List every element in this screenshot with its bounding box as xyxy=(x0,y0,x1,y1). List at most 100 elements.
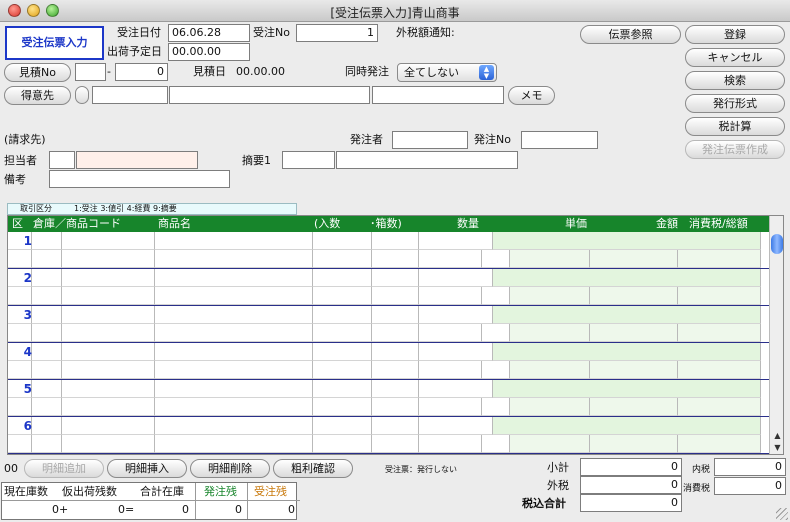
grid-cell[interactable] xyxy=(510,398,590,416)
grid-cell[interactable] xyxy=(155,361,313,379)
ship-date-field[interactable]: 00.00.00 xyxy=(168,43,250,61)
grid-cell[interactable] xyxy=(493,380,761,398)
grid-cell[interactable] xyxy=(678,361,761,379)
grid-cell[interactable] xyxy=(155,287,313,305)
person-name-field[interactable] xyxy=(76,151,198,169)
register-button[interactable]: 登録 xyxy=(685,25,785,44)
grid-cell[interactable] xyxy=(590,361,678,379)
grid-cell[interactable] xyxy=(510,324,590,342)
profit-check-button[interactable]: 粗利確認 xyxy=(273,459,353,478)
grid-cell[interactable] xyxy=(482,361,510,379)
table-row[interactable]: 6 xyxy=(8,417,769,454)
grid-cell[interactable] xyxy=(372,324,419,342)
table-row[interactable]: 1 xyxy=(8,232,769,269)
search-button[interactable]: 検索 xyxy=(685,71,785,90)
grid-cell[interactable] xyxy=(372,287,419,305)
grid-cell[interactable] xyxy=(493,417,761,435)
issue-format-button[interactable]: 発行形式 xyxy=(685,94,785,113)
grid-cell[interactable] xyxy=(482,324,510,342)
grid-cell[interactable] xyxy=(32,398,62,416)
grid-cell[interactable] xyxy=(372,269,419,287)
grid-cell[interactable] xyxy=(8,324,32,342)
grid-cell[interactable] xyxy=(32,250,62,268)
grid-cell[interactable] xyxy=(482,398,510,416)
grid-cell[interactable] xyxy=(482,435,510,453)
grid-cell[interactable] xyxy=(313,232,372,250)
grid-cell[interactable] xyxy=(155,306,313,324)
cancel-button[interactable]: キャンセル xyxy=(685,48,785,67)
grid-cell[interactable] xyxy=(32,306,62,324)
grid-cell[interactable] xyxy=(493,343,761,361)
grid-cell[interactable] xyxy=(8,435,32,453)
grid-cell[interactable] xyxy=(372,435,419,453)
grid-cell[interactable] xyxy=(62,435,155,453)
grid-cell[interactable] xyxy=(32,361,62,379)
grid-cell[interactable] xyxy=(155,435,313,453)
grid-cell[interactable] xyxy=(313,324,372,342)
delete-detail-button[interactable]: 明細削除 xyxy=(190,459,270,478)
grid-cell[interactable] xyxy=(510,435,590,453)
grid-scrollbar[interactable]: ▲ ▼ xyxy=(769,216,783,454)
tax-calc-button[interactable]: 税計算 xyxy=(685,117,785,136)
grid-cell[interactable] xyxy=(678,250,761,268)
grid-cell[interactable] xyxy=(313,398,372,416)
customer-code-field[interactable] xyxy=(92,86,168,104)
customer-button[interactable]: 得意先 xyxy=(4,86,71,105)
order-no-field[interactable]: 1 xyxy=(296,24,378,42)
grid-cell[interactable] xyxy=(493,232,761,250)
po-no-field[interactable] xyxy=(521,131,598,149)
grid-cell[interactable] xyxy=(419,250,482,268)
grid-cell[interactable] xyxy=(590,435,678,453)
grid-cell[interactable] xyxy=(678,435,761,453)
grid-cell[interactable] xyxy=(419,435,482,453)
grid-cell[interactable] xyxy=(8,250,32,268)
grid-cell[interactable] xyxy=(510,361,590,379)
grid-cell[interactable] xyxy=(419,380,493,398)
table-row[interactable]: 2 xyxy=(8,269,769,306)
slip-reference-button[interactable]: 伝票参照 xyxy=(580,25,681,44)
memo-button[interactable]: メモ xyxy=(508,86,555,105)
customer-name2-field[interactable] xyxy=(372,86,504,104)
grid-cell[interactable] xyxy=(8,361,32,379)
grid-cell[interactable] xyxy=(32,417,62,435)
table-row[interactable]: 4 xyxy=(8,343,769,380)
grid-cell[interactable] xyxy=(510,287,590,305)
orderer-field[interactable] xyxy=(392,131,468,149)
estimate-prefix-field[interactable] xyxy=(75,63,106,81)
grid-cell[interactable] xyxy=(590,324,678,342)
grid-cell[interactable] xyxy=(678,398,761,416)
grid-cell[interactable] xyxy=(155,343,313,361)
grid-cell[interactable] xyxy=(372,250,419,268)
grid-cell[interactable] xyxy=(313,417,372,435)
summary-text-field[interactable] xyxy=(336,151,518,169)
customer-name-field[interactable] xyxy=(169,86,370,104)
grid-cell[interactable] xyxy=(313,250,372,268)
grid-cell[interactable] xyxy=(8,287,32,305)
grid-cell[interactable] xyxy=(62,324,155,342)
grid-cell[interactable] xyxy=(419,287,482,305)
grid-cell[interactable] xyxy=(372,306,419,324)
grid-cell[interactable] xyxy=(313,380,372,398)
grid-cell[interactable] xyxy=(32,435,62,453)
grid-cell[interactable] xyxy=(155,398,313,416)
grid-cell[interactable] xyxy=(155,417,313,435)
grid-cell[interactable] xyxy=(678,324,761,342)
grid-cell[interactable] xyxy=(510,250,590,268)
grid-cell[interactable] xyxy=(62,417,155,435)
grid-cell[interactable] xyxy=(155,269,313,287)
grid-cell[interactable] xyxy=(62,380,155,398)
insert-detail-button[interactable]: 明細挿入 xyxy=(107,459,187,478)
grid-cell[interactable] xyxy=(313,306,372,324)
estimate-no-button[interactable]: 見積No xyxy=(4,63,71,82)
remarks-field[interactable] xyxy=(49,170,230,188)
simultaneous-order-select[interactable]: 全てしない ▲ ▼ xyxy=(397,63,497,82)
resize-grip-icon[interactable] xyxy=(776,508,788,520)
grid-cell[interactable] xyxy=(32,343,62,361)
scroll-up-icon[interactable]: ▲ xyxy=(770,430,783,442)
table-row[interactable]: 3 xyxy=(8,306,769,343)
grid-cell[interactable] xyxy=(62,343,155,361)
grid-cell[interactable] xyxy=(372,232,419,250)
grid-cell[interactable] xyxy=(8,398,32,416)
grid-cell[interactable] xyxy=(155,232,313,250)
estimate-no-field[interactable]: 0 xyxy=(115,63,168,81)
